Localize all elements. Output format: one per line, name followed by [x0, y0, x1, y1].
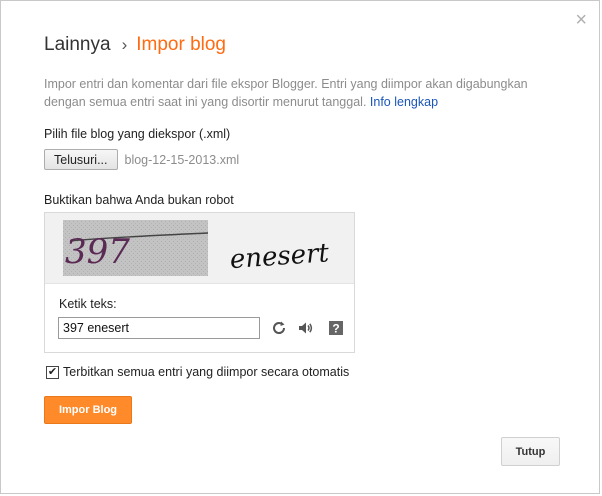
browse-button[interactable]: Telusuri... [44, 149, 118, 170]
captcha-label: Buktikan bahwa Anda bukan robot [44, 193, 234, 207]
breadcrumb-parent[interactable]: Lainnya [44, 34, 111, 55]
captcha-right-word: enesert [229, 238, 331, 275]
captcha-image-graphic: 397 enesert [63, 220, 331, 276]
captcha-input[interactable] [58, 317, 260, 339]
help-icon[interactable]: ? [327, 319, 345, 337]
chevron-right-icon: › [121, 35, 128, 54]
publish-option: ✔ Terbitkan semua entri yang diimpor sec… [46, 365, 349, 379]
close-button[interactable]: Tutup [501, 437, 560, 466]
captcha-input-label: Ketik teks: [59, 297, 117, 311]
publish-checkbox-label[interactable]: Terbitkan semua entri yang diimpor secar… [63, 365, 349, 379]
captcha-input-area: Ketik teks: ? [45, 284, 354, 352]
import-blog-dialog: × Lainnya › Impor blog Impor entri dan kom… [0, 0, 600, 494]
close-icon[interactable]: × [575, 10, 587, 30]
import-blog-button[interactable]: Impor Blog [44, 396, 132, 424]
svg-text:?: ? [332, 322, 339, 336]
publish-checkbox[interactable]: ✔ [46, 365, 59, 379]
audio-icon[interactable] [296, 319, 314, 337]
page-title: Impor blog [136, 34, 227, 55]
refresh-icon[interactable] [270, 319, 288, 337]
description-text: Impor entri dan komentar dari file ekspo… [44, 77, 528, 109]
breadcrumb: Lainnya › Impor blog [44, 33, 226, 57]
info-link[interactable]: Info lengkap [370, 95, 438, 109]
selected-filename: blog-12-15-2013.xml [124, 152, 240, 167]
file-picker: Telusuri... blog-12-15-2013.xml [44, 149, 239, 170]
captcha-image: 397 enesert [45, 213, 354, 284]
captcha-widget: 397 enesert Ketik teks: 397 enesert ? [44, 212, 355, 353]
description: Impor entri dan komentar dari file ekspo… [44, 75, 564, 111]
captcha-left-word: 397 [65, 232, 130, 272]
file-label: Pilih file blog yang diekspor (.xml) [44, 127, 231, 141]
